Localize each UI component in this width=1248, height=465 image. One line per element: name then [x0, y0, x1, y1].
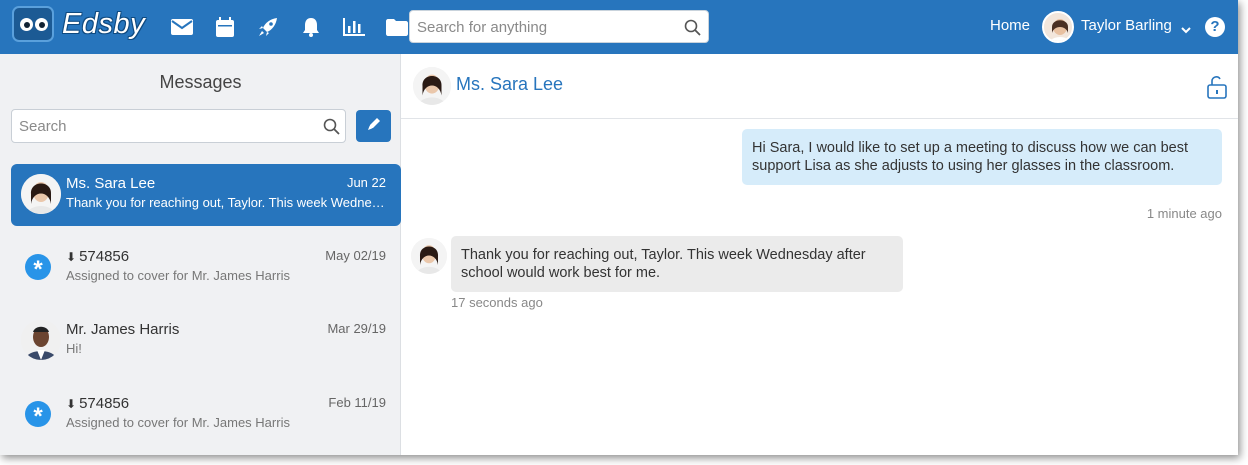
message-search[interactable]: [11, 109, 346, 143]
message-timestamp: 1 minute ago: [1146, 206, 1222, 221]
compose-button[interactable]: [356, 110, 391, 142]
conversation-item[interactable]: * ⬇ 574856 Feb 11/19 Assigned to cover fo…: [11, 384, 401, 446]
app-window: Edsby Search for anything Home Taylor Ba…: [0, 0, 1238, 455]
home-link[interactable]: Home: [990, 17, 1030, 34]
conversation-title[interactable]: Ms. Sara Lee: [456, 74, 563, 95]
search-icon[interactable]: [684, 19, 701, 41]
asterisk-icon: *: [25, 254, 51, 283]
conversation-name: 574856: [79, 248, 130, 265]
messages-sidebar: Messages Ms. Sara Lee Jun 22 Thank you f…: [0, 54, 401, 455]
global-search[interactable]: [409, 10, 709, 43]
conversation-header: Ms. Sara Lee: [401, 54, 1238, 119]
download-icon: ⬇: [66, 397, 77, 411]
calendar-icon[interactable]: [203, 14, 246, 40]
conversation-name-wrap: ⬇ 574856: [66, 395, 129, 412]
sidebar-title: Messages: [159, 72, 242, 92]
conversation-preview: Assigned to cover for Mr. James Harris: [66, 268, 290, 283]
unlock-icon[interactable]: [1207, 75, 1227, 104]
message-timestamp: 17 seconds ago: [451, 295, 543, 310]
conversation-preview: Hi!: [66, 341, 82, 356]
message-search-input[interactable]: [19, 115, 309, 137]
chart-icon[interactable]: [332, 14, 375, 40]
conversation-date: Mar 29/19: [327, 321, 386, 336]
conversation-name: 574856: [79, 395, 130, 412]
conversation-item[interactable]: Ms. Sara Lee Jun 22 Thank you for reachi…: [11, 164, 401, 226]
search-icon[interactable]: [323, 118, 340, 140]
conversation-preview: Thank you for reaching out, Taylor. This…: [66, 195, 386, 210]
conversation-item[interactable]: Mr. James Harris Mar 29/19 Hi!: [11, 310, 401, 372]
conversation-date: Feb 11/19: [328, 395, 386, 410]
conversation-preview: Assigned to cover for Mr. James Harris: [66, 415, 290, 430]
top-bar: Edsby Search for anything Home Taylor Ba…: [0, 0, 1238, 54]
conversation-name: Ms. Sara Lee: [66, 175, 156, 192]
rocket-icon[interactable]: [246, 14, 289, 40]
logo-mark: [12, 6, 54, 42]
conversation-name: Mr. James Harris: [66, 321, 180, 338]
user-avatar[interactable]: [1042, 11, 1074, 43]
conversation-pane: Ms. Sara Lee Hi Sara, I would like to se…: [401, 54, 1238, 455]
user-name[interactable]: Taylor Barling: [1081, 17, 1172, 34]
help-icon[interactable]: ?: [1205, 17, 1225, 37]
pencil-icon: [367, 117, 381, 136]
avatar: [21, 174, 61, 214]
edsby-logo[interactable]: Edsby: [12, 6, 145, 42]
avatar[interactable]: [413, 67, 451, 105]
download-icon: ⬇: [66, 250, 77, 264]
conversation-name-wrap: ⬇ 574856: [66, 248, 129, 265]
main-nav: [160, 14, 418, 40]
conversation-item[interactable]: * ⬇ 574856 May 02/19 Assigned to cover fo…: [11, 237, 401, 299]
message-bubble-outgoing: Hi Sara, I would like to set up a meetin…: [742, 129, 1222, 185]
message-bubble-incoming: Thank you for reaching out, Taylor. This…: [451, 236, 903, 292]
asterisk-icon: *: [25, 401, 51, 430]
chevron-down-icon[interactable]: [1181, 21, 1191, 39]
global-search-input[interactable]: [417, 15, 677, 39]
mail-icon[interactable]: [160, 14, 203, 40]
conversation-date: May 02/19: [325, 248, 386, 263]
avatar: [21, 320, 61, 360]
logo-text: Edsby: [62, 7, 146, 40]
avatar: [411, 238, 447, 274]
conversation-date: Jun 22: [346, 175, 386, 190]
bell-icon[interactable]: [289, 14, 332, 40]
